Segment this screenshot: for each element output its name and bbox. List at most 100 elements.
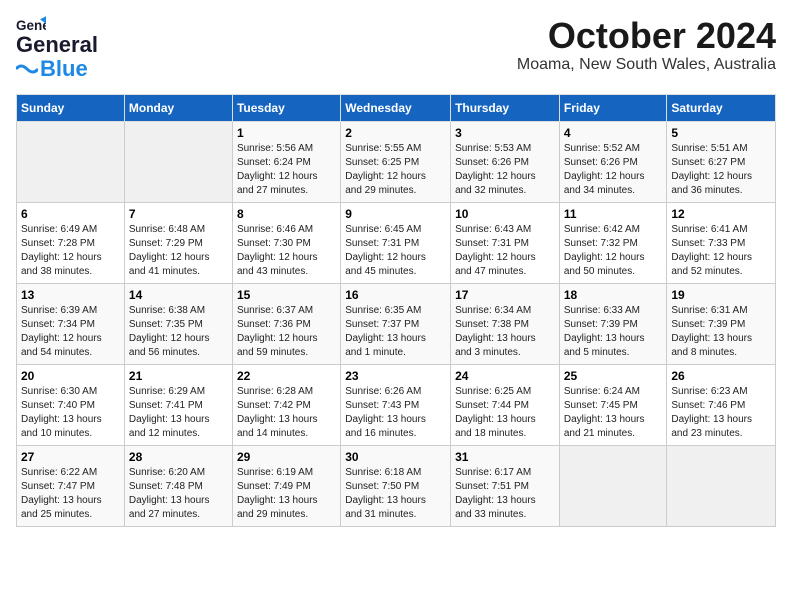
day-number: 18 (564, 288, 663, 302)
calendar-cell (124, 122, 232, 203)
day-number: 21 (129, 369, 228, 383)
day-info: Sunrise: 6:45 AM Sunset: 7:31 PM Dayligh… (345, 223, 446, 279)
day-number: 16 (345, 288, 446, 302)
day-info: Sunrise: 6:23 AM Sunset: 7:46 PM Dayligh… (671, 385, 771, 441)
day-info: Sunrise: 6:26 AM Sunset: 7:43 PM Dayligh… (345, 385, 446, 441)
day-number: 13 (21, 288, 120, 302)
day-info: Sunrise: 5:52 AM Sunset: 6:26 PM Dayligh… (564, 142, 663, 198)
calendar-cell: 31 Sunrise: 6:17 AM Sunset: 7:51 PM Dayli… (451, 446, 560, 527)
day-info: Sunrise: 6:49 AM Sunset: 7:28 PM Dayligh… (21, 223, 120, 279)
logo-blue: Blue (40, 56, 88, 82)
day-number: 6 (21, 207, 120, 221)
day-number: 23 (345, 369, 446, 383)
calendar-cell: 17 Sunrise: 6:34 AM Sunset: 7:38 PM Dayli… (451, 284, 560, 365)
logo: General General Blue (16, 16, 98, 82)
day-number: 8 (237, 207, 336, 221)
day-info: Sunrise: 6:31 AM Sunset: 7:39 PM Dayligh… (671, 304, 771, 360)
day-number: 7 (129, 207, 228, 221)
calendar-cell: 4 Sunrise: 5:52 AM Sunset: 6:26 PM Daylig… (559, 122, 667, 203)
weekday-header: Monday (124, 95, 232, 122)
day-number: 14 (129, 288, 228, 302)
day-info: Sunrise: 6:46 AM Sunset: 7:30 PM Dayligh… (237, 223, 336, 279)
day-info: Sunrise: 6:29 AM Sunset: 7:41 PM Dayligh… (129, 385, 228, 441)
logo-general: General (16, 32, 98, 58)
day-info: Sunrise: 6:22 AM Sunset: 7:47 PM Dayligh… (21, 466, 120, 522)
day-info: Sunrise: 6:19 AM Sunset: 7:49 PM Dayligh… (237, 466, 336, 522)
day-number: 20 (21, 369, 120, 383)
calendar-week-row: 6 Sunrise: 6:49 AM Sunset: 7:28 PM Daylig… (17, 203, 776, 284)
calendar-cell: 29 Sunrise: 6:19 AM Sunset: 7:49 PM Dayli… (232, 446, 340, 527)
day-number: 26 (671, 369, 771, 383)
calendar-cell: 13 Sunrise: 6:39 AM Sunset: 7:34 PM Dayli… (17, 284, 125, 365)
calendar-cell (667, 446, 776, 527)
calendar-cell: 20 Sunrise: 6:30 AM Sunset: 7:40 PM Dayli… (17, 365, 125, 446)
calendar-cell: 15Sunrise: 6:37 AM Sunset: 7:36 PM Dayli… (232, 284, 340, 365)
calendar-week-row: 20 Sunrise: 6:30 AM Sunset: 7:40 PM Dayli… (17, 365, 776, 446)
day-number: 17 (455, 288, 555, 302)
day-number: 22 (237, 369, 336, 383)
weekday-header: Saturday (667, 95, 776, 122)
day-info: Sunrise: 6:39 AM Sunset: 7:34 PM Dayligh… (21, 304, 120, 360)
calendar-cell: 3 Sunrise: 5:53 AM Sunset: 6:26 PM Daylig… (451, 122, 560, 203)
calendar-cell: 11 Sunrise: 6:42 AM Sunset: 7:32 PM Dayli… (559, 203, 667, 284)
calendar-cell: 18 Sunrise: 6:33 AM Sunset: 7:39 PM Dayli… (559, 284, 667, 365)
calendar-cell: 10Sunrise: 6:43 AM Sunset: 7:31 PM Dayli… (451, 203, 560, 284)
day-number: 27 (21, 450, 120, 464)
location-title: Moama, New South Wales, Australia (517, 56, 776, 74)
day-number: 24 (455, 369, 555, 383)
logo-wave-icon (16, 61, 38, 77)
day-info: Sunrise: 5:53 AM Sunset: 6:26 PM Dayligh… (455, 142, 555, 198)
calendar-cell: 16 Sunrise: 6:35 AM Sunset: 7:37 PM Dayli… (341, 284, 451, 365)
day-info: Sunrise: 6:33 AM Sunset: 7:39 PM Dayligh… (564, 304, 663, 360)
weekday-header: Friday (559, 95, 667, 122)
calendar-cell (559, 446, 667, 527)
calendar-cell: 14 Sunrise: 6:38 AM Sunset: 7:35 PM Dayli… (124, 284, 232, 365)
weekday-header: Tuesday (232, 95, 340, 122)
day-info: Sunrise: 6:18 AM Sunset: 7:50 PM Dayligh… (345, 466, 446, 522)
calendar-cell: 12Sunrise: 6:41 AM Sunset: 7:33 PM Dayli… (667, 203, 776, 284)
calendar-week-row: 27 Sunrise: 6:22 AM Sunset: 7:47 PM Dayli… (17, 446, 776, 527)
day-number: 5 (671, 126, 771, 140)
calendar-cell: 25 Sunrise: 6:24 AM Sunset: 7:45 PM Dayli… (559, 365, 667, 446)
day-info: Sunrise: 5:51 AM Sunset: 6:27 PM Dayligh… (671, 142, 771, 198)
day-info: Sunrise: 6:35 AM Sunset: 7:37 PM Dayligh… (345, 304, 446, 360)
day-info: Sunrise: 6:38 AM Sunset: 7:35 PM Dayligh… (129, 304, 228, 360)
calendar-cell (17, 122, 125, 203)
calendar-cell: 9 Sunrise: 6:45 AM Sunset: 7:31 PM Daylig… (341, 203, 451, 284)
day-info: Sunrise: 6:41 AM Sunset: 7:33 PM Dayligh… (671, 223, 771, 279)
day-number: 31 (455, 450, 555, 464)
day-info: Sunrise: 6:48 AM Sunset: 7:29 PM Dayligh… (129, 223, 228, 279)
calendar-cell: 8 Sunrise: 6:46 AM Sunset: 7:30 PM Daylig… (232, 203, 340, 284)
calendar-cell: 28Sunrise: 6:20 AM Sunset: 7:48 PM Dayli… (124, 446, 232, 527)
day-number: 19 (671, 288, 771, 302)
day-number: 11 (564, 207, 663, 221)
day-info: Sunrise: 6:34 AM Sunset: 7:38 PM Dayligh… (455, 304, 555, 360)
weekday-header: Thursday (451, 95, 560, 122)
day-number: 3 (455, 126, 555, 140)
calendar-cell: 2Sunrise: 5:55 AM Sunset: 6:25 PM Daylig… (341, 122, 451, 203)
day-info: Sunrise: 6:24 AM Sunset: 7:45 PM Dayligh… (564, 385, 663, 441)
day-number: 4 (564, 126, 663, 140)
weekday-header: Sunday (17, 95, 125, 122)
calendar-cell: 24 Sunrise: 6:25 AM Sunset: 7:44 PM Dayli… (451, 365, 560, 446)
day-number: 1 (237, 126, 336, 140)
day-info: Sunrise: 6:17 AM Sunset: 7:51 PM Dayligh… (455, 466, 555, 522)
title-block: October 2024 Moama, New South Wales, Aus… (517, 16, 776, 74)
day-number: 29 (237, 450, 336, 464)
day-info: Sunrise: 6:43 AM Sunset: 7:31 PM Dayligh… (455, 223, 555, 279)
day-number: 9 (345, 207, 446, 221)
calendar-cell: 22Sunrise: 6:28 AM Sunset: 7:42 PM Dayli… (232, 365, 340, 446)
calendar-cell: 5 Sunrise: 5:51 AM Sunset: 6:27 PM Daylig… (667, 122, 776, 203)
calendar-cell: 21 Sunrise: 6:29 AM Sunset: 7:41 PM Dayli… (124, 365, 232, 446)
day-info: Sunrise: 6:25 AM Sunset: 7:44 PM Dayligh… (455, 385, 555, 441)
day-info: Sunrise: 5:56 AM Sunset: 6:24 PM Dayligh… (237, 142, 336, 198)
page-header: General General Blue October 2024 Moama,… (16, 16, 776, 82)
calendar-week-row: 1 Sunrise: 5:56 AM Sunset: 6:24 PM Daylig… (17, 122, 776, 203)
calendar-cell: 19 Sunrise: 6:31 AM Sunset: 7:39 PM Dayli… (667, 284, 776, 365)
day-info: Sunrise: 6:30 AM Sunset: 7:40 PM Dayligh… (21, 385, 120, 441)
day-number: 30 (345, 450, 446, 464)
calendar-table: SundayMondayTuesdayWednesdayThursdayFrid… (16, 94, 776, 527)
day-number: 25 (564, 369, 663, 383)
day-info: Sunrise: 6:20 AM Sunset: 7:48 PM Dayligh… (129, 466, 228, 522)
day-info: Sunrise: 6:42 AM Sunset: 7:32 PM Dayligh… (564, 223, 663, 279)
